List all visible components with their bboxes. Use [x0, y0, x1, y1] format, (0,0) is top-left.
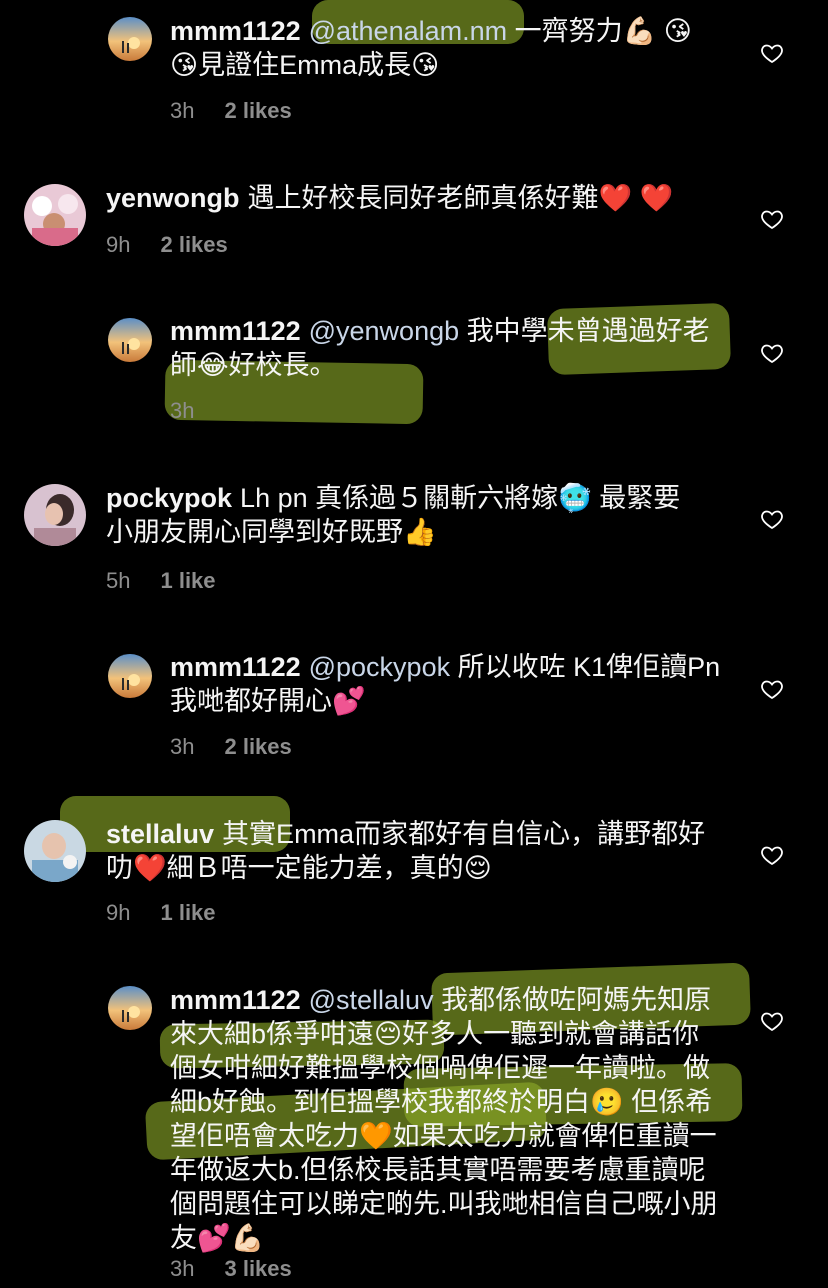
comment-text: mmm1122 @stellaluv 我都係做咗阿媽先知原來大細b係爭咁遠😔好多人…	[170, 983, 720, 1255]
heart-outline-icon[interactable]	[760, 207, 784, 231]
likes-count[interactable]: 1 like	[160, 568, 215, 593]
username[interactable]: mmm1122	[170, 985, 301, 1015]
comment-text: stellaluv 其實Emma而家都好有自信心，講野都好叻❤️細Ｂ唔一定能力差，…	[106, 817, 726, 885]
likes-count[interactable]: 1 like	[160, 900, 215, 925]
likes-count[interactable]: 2 likes	[224, 98, 291, 123]
comment-text: pockypok Lh pn 真係過５關斬六將嫁🥶 最緊要小朋友開心同學到好既野👍	[106, 481, 706, 549]
heart-outline-icon[interactable]	[760, 341, 784, 365]
username[interactable]: mmm1122	[170, 316, 301, 346]
username[interactable]: stellaluv	[106, 819, 214, 849]
heart-outline-icon[interactable]	[760, 843, 784, 867]
avatar[interactable]	[108, 986, 152, 1030]
heart-outline-icon[interactable]	[760, 41, 784, 65]
mention[interactable]: @yenwongb	[309, 316, 460, 346]
username[interactable]: pockypok	[106, 483, 232, 513]
timestamp: 3h	[170, 398, 195, 423]
avatar[interactable]	[108, 654, 152, 698]
comment-body: 我都係做咗阿媽先知原來大細b係爭咁遠😔好多人一聽到就會講話你個女咁細好難搵學校個…	[170, 985, 718, 1253]
likes-count[interactable]: 2 likes	[224, 734, 291, 759]
comment-text: yenwongb 遇上好校長同好老師真係好難❤️ ❤️	[106, 181, 726, 215]
comment-text: mmm1122 @yenwongb 我中學未曾遇過好老師😂好校長。	[170, 314, 718, 382]
comment-meta: 3h	[170, 398, 194, 424]
avatar[interactable]	[24, 184, 86, 246]
username[interactable]: mmm1122	[170, 652, 301, 682]
comment-meta: 3h 2 likes	[170, 98, 292, 124]
comment-text: mmm1122 @athenalam.nm 一齊努力💪🏻 😘 😘見證住Emma成長…	[170, 14, 710, 82]
username[interactable]: mmm1122	[170, 16, 301, 46]
mention[interactable]: @pockypok	[309, 652, 450, 682]
heart-outline-icon[interactable]	[760, 507, 784, 531]
comment-meta: 3h 2 likes	[170, 734, 292, 760]
comment-meta: 9h 1 like	[106, 900, 216, 926]
timestamp: 3h	[170, 98, 195, 123]
comment-meta: 5h 1 like	[106, 568, 216, 594]
avatar[interactable]	[24, 820, 86, 882]
timestamp: 9h	[106, 232, 131, 257]
likes-count[interactable]: 3 likes	[224, 1256, 291, 1281]
avatar[interactable]	[108, 318, 152, 362]
heart-outline-icon[interactable]	[760, 1009, 784, 1033]
username[interactable]: yenwongb	[106, 183, 240, 213]
mention[interactable]: @athenalam.nm	[309, 16, 508, 46]
timestamp: 9h	[106, 900, 131, 925]
mention[interactable]: @stellaluv	[309, 985, 434, 1015]
timestamp: 5h	[106, 568, 131, 593]
avatar[interactable]	[24, 484, 86, 546]
heart-outline-icon[interactable]	[760, 677, 784, 701]
comment-text: mmm1122 @pockypok 所以收咗 K1俾佢讀Pn 我哋都好開心💕	[170, 650, 730, 718]
comment-meta: 3h 3 likes	[170, 1256, 292, 1282]
likes-count[interactable]: 2 likes	[160, 232, 227, 257]
comment-body: 遇上好校長同好老師真係好難❤️ ❤️	[247, 183, 674, 213]
timestamp: 3h	[170, 1256, 195, 1281]
timestamp: 3h	[170, 734, 195, 759]
comment-meta: 9h 2 likes	[106, 232, 228, 258]
avatar[interactable]	[108, 17, 152, 61]
